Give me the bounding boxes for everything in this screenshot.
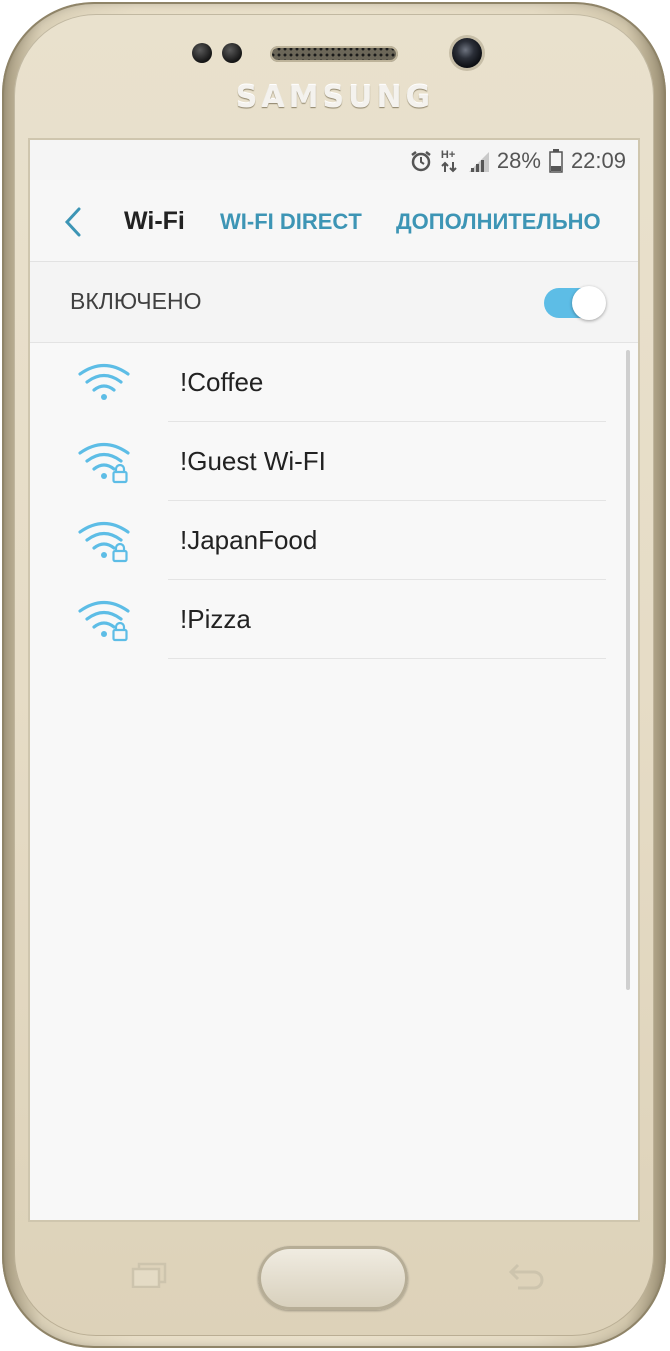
alarm-icon bbox=[409, 149, 433, 173]
network-list: !Coffee !Guest Wi-FI !JapanFood !Pizza bbox=[30, 343, 638, 659]
network-name: !Coffee bbox=[180, 367, 264, 397]
wifi-toggle-row[interactable]: ВКЛЮЧЕНО bbox=[30, 262, 638, 343]
screen: H+ 28% 22:09 Wi-Fi WI-FI DIRECT ДОПОЛНИТ… bbox=[30, 140, 638, 1220]
switch-knob bbox=[572, 286, 606, 320]
app-bar: Wi-Fi WI-FI DIRECT ДОПОЛНИТЕЛЬНО bbox=[30, 180, 638, 262]
network-name: !JapanFood bbox=[180, 525, 318, 555]
page-title: Wi-Fi bbox=[124, 207, 185, 235]
earpiece-speaker bbox=[270, 46, 398, 62]
network-item[interactable]: !JapanFood bbox=[30, 501, 638, 580]
divider bbox=[168, 658, 606, 659]
network-item[interactable]: !Pizza bbox=[30, 580, 638, 659]
wifi-lock-icon bbox=[78, 521, 130, 563]
wifi-toggle-label: ВКЛЮЧЕНО bbox=[70, 288, 202, 314]
network-item[interactable]: !Guest Wi-FI bbox=[30, 422, 638, 501]
brand-logo: SAMSUNG bbox=[235, 80, 435, 115]
wifi-switch[interactable] bbox=[544, 286, 606, 320]
network-hplus-icon: H+ bbox=[441, 149, 461, 173]
battery-icon bbox=[549, 149, 563, 173]
network-name: !Pizza bbox=[180, 604, 251, 634]
signal-icon bbox=[468, 150, 489, 172]
wifi-direct-button[interactable]: WI-FI DIRECT bbox=[220, 209, 362, 235]
advanced-button[interactable]: ДОПОЛНИТЕЛЬНО bbox=[396, 209, 601, 235]
proximity-sensor bbox=[192, 43, 212, 63]
chevron-left-icon bbox=[64, 207, 81, 237]
wifi-icon bbox=[78, 363, 130, 400]
battery-percent: 28% bbox=[496, 148, 541, 173]
network-name: !Guest Wi-FI bbox=[180, 446, 326, 476]
wifi-lock-icon bbox=[78, 442, 130, 484]
status-icons: H+ 28% 22:09 bbox=[409, 148, 626, 174]
back-nav-icon[interactable] bbox=[506, 1262, 546, 1290]
recent-apps-icon[interactable] bbox=[130, 1262, 168, 1288]
light-sensor bbox=[222, 43, 242, 63]
status-bar: H+ 28% 22:09 bbox=[30, 140, 638, 180]
wifi-lock-icon bbox=[78, 600, 130, 642]
back-button[interactable] bbox=[58, 204, 88, 240]
home-button[interactable] bbox=[258, 1246, 408, 1310]
front-camera bbox=[452, 38, 482, 68]
scrollbar[interactable] bbox=[626, 350, 630, 990]
network-item[interactable]: !Coffee bbox=[30, 343, 638, 422]
clock: 22:09 bbox=[570, 148, 626, 173]
